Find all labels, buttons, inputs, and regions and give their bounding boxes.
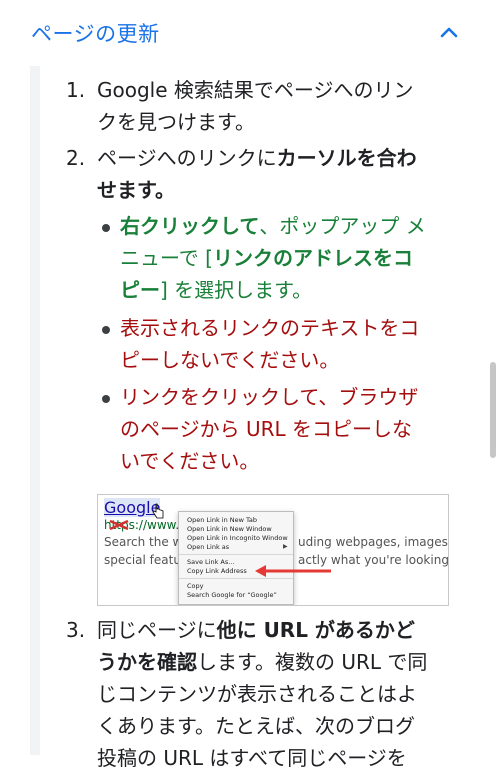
- sub-line: 表示されるリンクのテキストをコ: [120, 316, 420, 340]
- sub-line: リンクをクリックして、ブラウザ: [120, 385, 419, 409]
- sub-item-dont-click: リンクをクリックして、ブラウザ のページから URL をコピーしな いでください…: [120, 381, 445, 477]
- menu-item: Open Link in New Window: [187, 525, 272, 533]
- sub-line: のページから URL をコピーしな: [120, 417, 412, 441]
- sub-bold-text: 右クリックして: [120, 214, 260, 238]
- step-line: じコンテンツが表示されることはよ: [97, 682, 417, 706]
- step-bold-text: せます。: [97, 178, 175, 202]
- sub-line: ニューで [リンクのアドレスをコ: [120, 242, 445, 274]
- arrow-icon: [255, 565, 331, 577]
- step-line: くあります。たとえば、次のブログ: [97, 714, 415, 738]
- step-2-text: ページへのリンクにカーソルを合わ せます。: [97, 142, 447, 206]
- menu-divider: [179, 554, 293, 555]
- sub-line: ピーしないでください。: [120, 348, 340, 372]
- sub-text: ニューで [: [120, 246, 213, 270]
- step-number: 2.: [66, 146, 86, 170]
- search-snippet: Search the wo: [104, 535, 190, 549]
- menu-item: Save Link As...: [187, 558, 235, 566]
- context-menu: Open Link in New Tab Open Link in New Wi…: [178, 511, 294, 605]
- sub-line: ピー] を選択します。: [120, 274, 445, 306]
- sub-bold-text: ピー: [120, 278, 160, 302]
- menu-item-copy-link-address: Copy Link Address: [187, 567, 247, 575]
- sub-text: 、ポップアップ メ: [259, 214, 426, 238]
- sub-bold-text: リンクのアドレスをコ: [212, 246, 413, 270]
- step-line: クを見つけます。: [97, 110, 255, 134]
- sub-line: 右クリックして、ポップアップ メ: [120, 210, 445, 242]
- bullet-dot: [102, 326, 110, 334]
- menu-item: Open Link in Incognito Window: [187, 534, 288, 542]
- strike-mark-icon: [109, 519, 129, 531]
- step-line: 同じページに他に URL があるかど: [97, 614, 447, 646]
- step-bold-text: うかを確認: [97, 650, 197, 674]
- bullet-dot: [102, 224, 110, 232]
- accordion-header[interactable]: ページの更新: [0, 0, 500, 62]
- scrollbar-thumb[interactable]: [490, 362, 496, 458]
- bullet-dot: [102, 395, 110, 403]
- menu-item: Open Link in New Tab: [187, 516, 258, 524]
- chevron-up-icon[interactable]: [437, 22, 461, 42]
- hand-cursor-icon: [152, 503, 164, 519]
- search-snippet: special featur: [104, 553, 186, 567]
- sub-text: ] を選択します。: [160, 278, 313, 302]
- step-line: Google 検索結果でページへのリン: [97, 78, 414, 102]
- step-bold-text: カーソルを合わ: [276, 146, 417, 170]
- step-3-text: 同じページに他に URL があるかど うかを確認します。複数の URL で同 じ…: [97, 614, 447, 774]
- sub-line: いでください。: [120, 449, 260, 473]
- step-line: 投稿の URL はすべて同じページを: [97, 746, 407, 770]
- step-number: 1.: [66, 78, 86, 102]
- step-text: ページへのリンクに: [97, 146, 277, 170]
- step-text: します。複数の URL で同: [197, 650, 428, 674]
- step-1-text: Google 検索結果でページへのリン クを見つけます。: [97, 74, 447, 138]
- step-line: ページへのリンクにカーソルを合わ: [97, 142, 447, 174]
- menu-item: Copy: [187, 582, 204, 590]
- sub-item-dont-copy-text: 表示されるリンクのテキストをコ ピーしないでください。: [120, 312, 445, 376]
- search-snippet: uding webpages, images, vid: [298, 535, 449, 549]
- step-text: 同じページに: [97, 618, 217, 642]
- sub-item-right-click: 右クリックして、ポップアップ メ ニューで [リンクのアドレスをコ ピー] を選…: [120, 210, 445, 306]
- submenu-arrow-icon: ▶: [283, 543, 288, 550]
- menu-item: Search Google for “Google”: [187, 591, 277, 599]
- menu-item: Open Link as: [187, 543, 230, 551]
- step-line: うかを確認します。複数の URL で同: [97, 646, 447, 678]
- step-number: 3.: [66, 618, 86, 642]
- accordion-title[interactable]: ページの更新: [31, 18, 160, 48]
- step-bold-text: 他に URL があるかど: [216, 618, 415, 642]
- context-menu-screenshot: Google https://www.g Search the wo speci…: [97, 494, 449, 606]
